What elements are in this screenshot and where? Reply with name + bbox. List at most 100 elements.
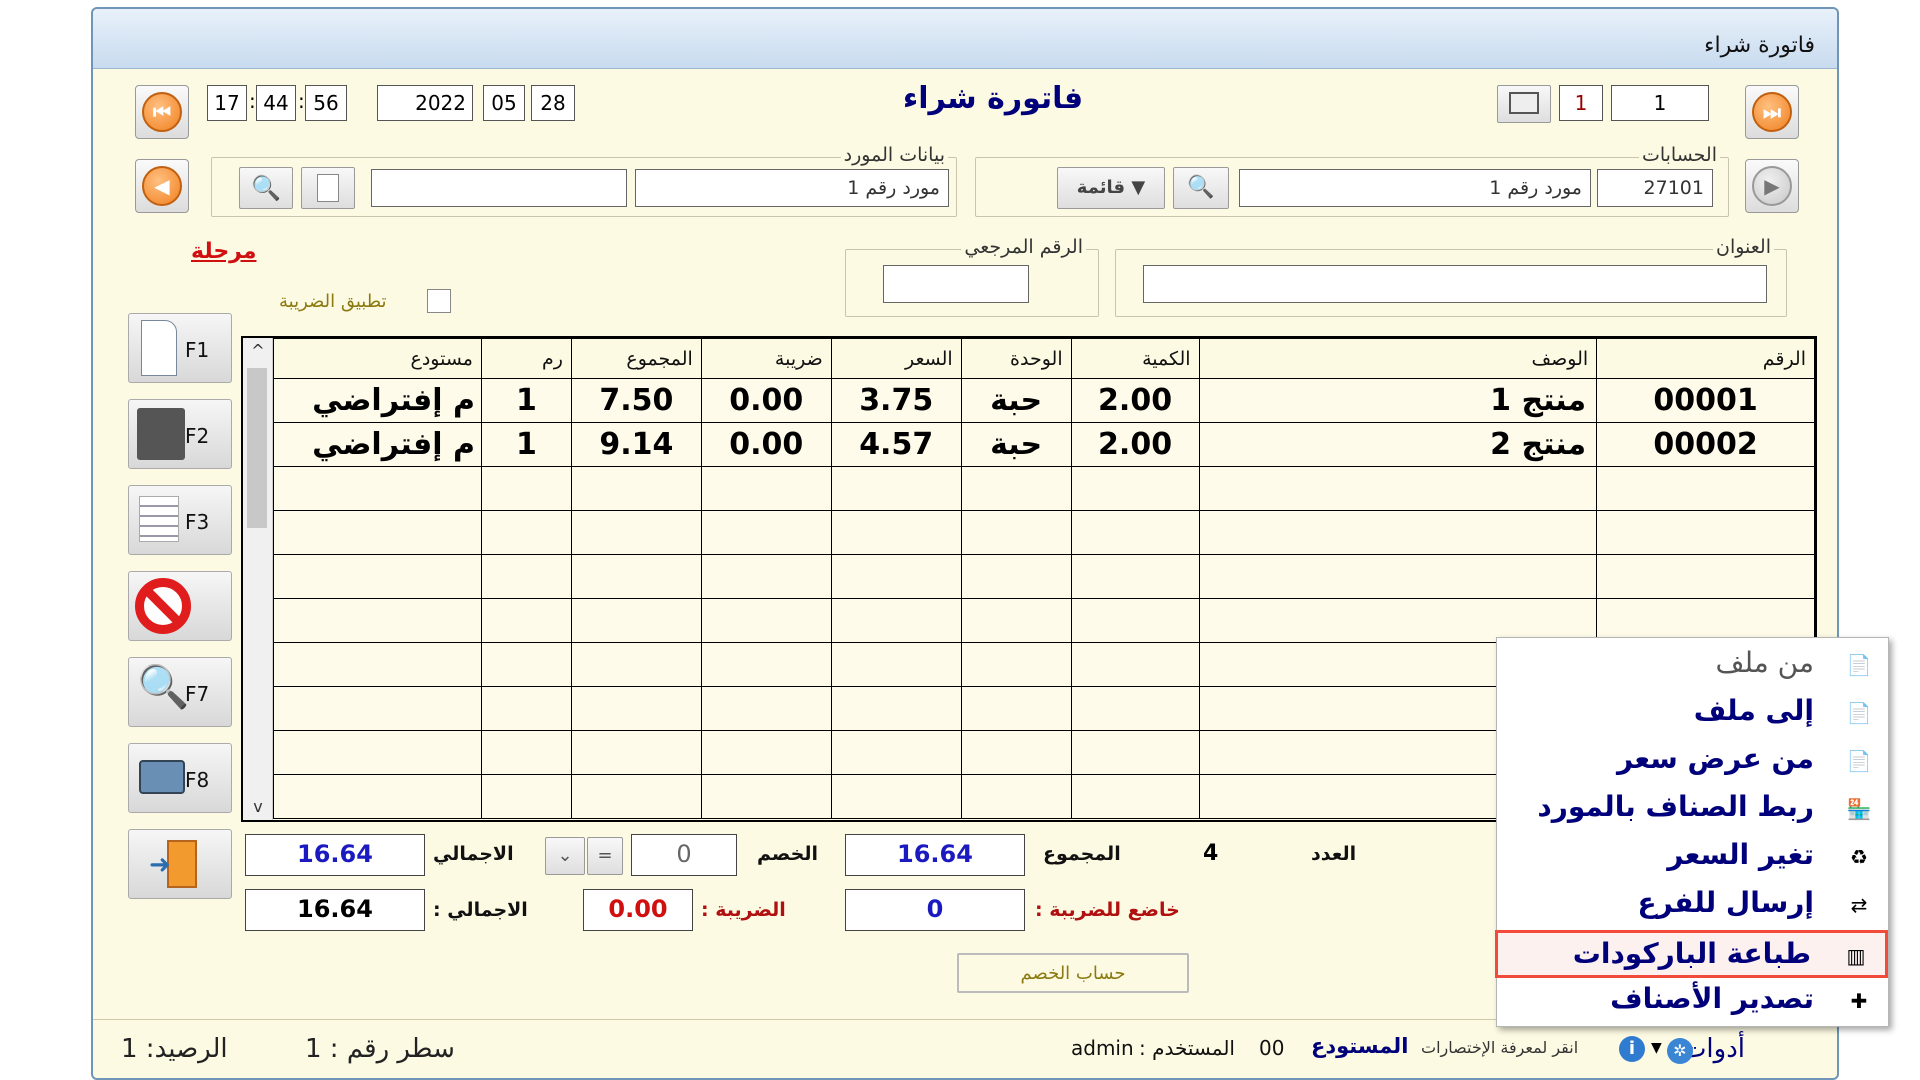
grid-cell[interactable] xyxy=(960,510,1072,555)
grid-cell[interactable] xyxy=(570,598,702,643)
discount-dropdown[interactable]: ⌄ xyxy=(545,837,585,875)
tools-dropdown-button[interactable]: أدوات ✲ ▼ xyxy=(1649,1034,1745,1068)
grid-cell[interactable] xyxy=(570,730,702,775)
menu-item[interactable]: 🏪 ربط الصناف بالمورد xyxy=(1495,786,1888,834)
date-month[interactable]: 05 xyxy=(483,85,525,121)
grid-cell[interactable]: منتج 1 xyxy=(1198,378,1598,423)
grid-col-header[interactable]: مستودع xyxy=(273,338,482,379)
accounts-list-button[interactable]: ▼ قائمة xyxy=(1057,167,1165,209)
grid-cell[interactable] xyxy=(960,730,1072,775)
grid-cell[interactable] xyxy=(480,686,572,731)
grid-col-header[interactable]: الكمية xyxy=(1070,338,1200,379)
discount-field[interactable]: 0 xyxy=(631,834,737,876)
grid-cell[interactable]: حبة xyxy=(960,422,1072,467)
grid-cell[interactable] xyxy=(1070,730,1200,775)
reference-field[interactable] xyxy=(883,265,1029,303)
grid-cell[interactable]: 0.00 xyxy=(700,378,832,423)
grid-cell[interactable]: 0.00 xyxy=(700,422,832,467)
grid-cell[interactable] xyxy=(960,598,1072,643)
grid-cell[interactable]: 9.14 xyxy=(570,422,702,467)
grid-cell[interactable] xyxy=(700,730,832,775)
table-row[interactable] xyxy=(273,554,1815,599)
grid-cell[interactable]: م إفتراضي xyxy=(273,378,482,423)
grid-cell[interactable] xyxy=(1198,598,1598,643)
grid-cell[interactable] xyxy=(700,466,832,511)
grid-cell[interactable] xyxy=(830,510,962,555)
grid-cell[interactable]: 1 xyxy=(480,422,572,467)
grid-col-header[interactable]: المجموع xyxy=(570,338,702,379)
grid-cell[interactable] xyxy=(830,554,962,599)
last-record-button[interactable]: ⏭ xyxy=(1745,85,1799,139)
menu-item[interactable]: ♻ تغير السعر xyxy=(1495,834,1888,882)
grid-cell[interactable]: 1 xyxy=(480,378,572,423)
grid-cell[interactable] xyxy=(700,554,832,599)
grid-col-header[interactable]: الوصف xyxy=(1198,338,1598,379)
grid-cell[interactable] xyxy=(700,598,832,643)
grid-cell[interactable] xyxy=(1198,466,1598,511)
grid-cell[interactable] xyxy=(273,510,482,555)
browse-button[interactable] xyxy=(1497,85,1551,123)
grid-cell[interactable] xyxy=(1070,598,1200,643)
f8-print-button[interactable]: F8 xyxy=(128,743,232,813)
grid-cell[interactable]: 2.00 xyxy=(1070,422,1200,467)
grid-cell[interactable]: 00001 xyxy=(1596,378,1815,423)
grid-cell[interactable] xyxy=(960,774,1072,819)
grid-cell[interactable]: حبة xyxy=(960,378,1072,423)
time-minute[interactable]: 44 xyxy=(256,85,296,121)
grid-cell[interactable] xyxy=(480,510,572,555)
f7-search-button[interactable]: 🔍 F7 xyxy=(128,657,232,727)
grid-cell[interactable] xyxy=(273,642,482,687)
grid-cell[interactable] xyxy=(1070,554,1200,599)
grid-cell[interactable] xyxy=(570,466,702,511)
grid-cell[interactable] xyxy=(960,642,1072,687)
grid-cell[interactable] xyxy=(1596,510,1815,555)
grid-cell[interactable] xyxy=(273,774,482,819)
grid-col-header[interactable]: السعر xyxy=(830,338,962,379)
time-second[interactable]: 56 xyxy=(305,85,347,121)
grid-scrollbar[interactable]: ^ v xyxy=(243,338,273,820)
grid-cell[interactable] xyxy=(273,466,482,511)
grid-cell[interactable]: 3.75 xyxy=(830,378,962,423)
grid-cell[interactable] xyxy=(273,686,482,731)
menu-item[interactable]: ✚ تصدير الأصناف xyxy=(1495,978,1888,1026)
cancel-button[interactable] xyxy=(128,571,232,641)
f3-edit-button[interactable]: F3 xyxy=(128,485,232,555)
grid-cell[interactable] xyxy=(830,730,962,775)
grid-cell[interactable] xyxy=(830,466,962,511)
grid-cell[interactable] xyxy=(570,642,702,687)
grid-cell[interactable] xyxy=(1070,774,1200,819)
grid-cell[interactable] xyxy=(1596,598,1815,643)
grid-cell[interactable] xyxy=(1070,642,1200,687)
grid-cell[interactable] xyxy=(480,774,572,819)
grid-cell[interactable]: 7.50 xyxy=(570,378,702,423)
grid-cell[interactable] xyxy=(273,598,482,643)
grid-cell[interactable] xyxy=(830,686,962,731)
grid-cell[interactable] xyxy=(960,466,1072,511)
page-number[interactable]: 1 xyxy=(1559,85,1603,121)
record-number[interactable]: 1 xyxy=(1611,85,1709,121)
table-row[interactable]: 00001 منتج 1 2.00 حبة 3.75 0.00 7.50 1 م إفتراضي xyxy=(273,378,1815,423)
supplier-extra-field[interactable] xyxy=(371,169,627,207)
grid-cell[interactable] xyxy=(480,730,572,775)
scroll-down-icon[interactable]: v xyxy=(243,794,273,820)
table-row[interactable] xyxy=(273,510,1815,555)
grid-cell[interactable] xyxy=(700,774,832,819)
grid-cell[interactable] xyxy=(830,774,962,819)
shortcuts-hint[interactable]: انقر لمعرفة الإختصارات xyxy=(1421,1038,1578,1057)
grid-col-header[interactable]: الرقم xyxy=(1596,338,1815,379)
menu-item[interactable]: 📄 من عرض سعر xyxy=(1495,738,1888,786)
grid-cell[interactable] xyxy=(570,510,702,555)
grid-cell[interactable]: 00002 xyxy=(1596,422,1815,467)
apply-tax-checkbox[interactable] xyxy=(427,289,451,313)
grid-col-header[interactable]: ضريبة xyxy=(700,338,832,379)
table-row[interactable]: 00002 منتج 2 2.00 حبة 4.57 0.00 9.14 1 م إفتراضي xyxy=(273,422,1815,467)
grid-cell[interactable] xyxy=(1070,686,1200,731)
next-record-button[interactable]: ▶ xyxy=(1745,159,1799,213)
grid-cell[interactable] xyxy=(1070,510,1200,555)
menu-item[interactable]: ⇄ إرسال للفرع xyxy=(1495,882,1888,930)
grid-cell[interactable] xyxy=(1198,554,1598,599)
grid-cell[interactable] xyxy=(1596,554,1815,599)
calc-discount-button[interactable]: حساب الخصم xyxy=(957,953,1189,993)
date-year[interactable]: 2022 xyxy=(377,85,473,121)
grid-cell[interactable] xyxy=(570,686,702,731)
